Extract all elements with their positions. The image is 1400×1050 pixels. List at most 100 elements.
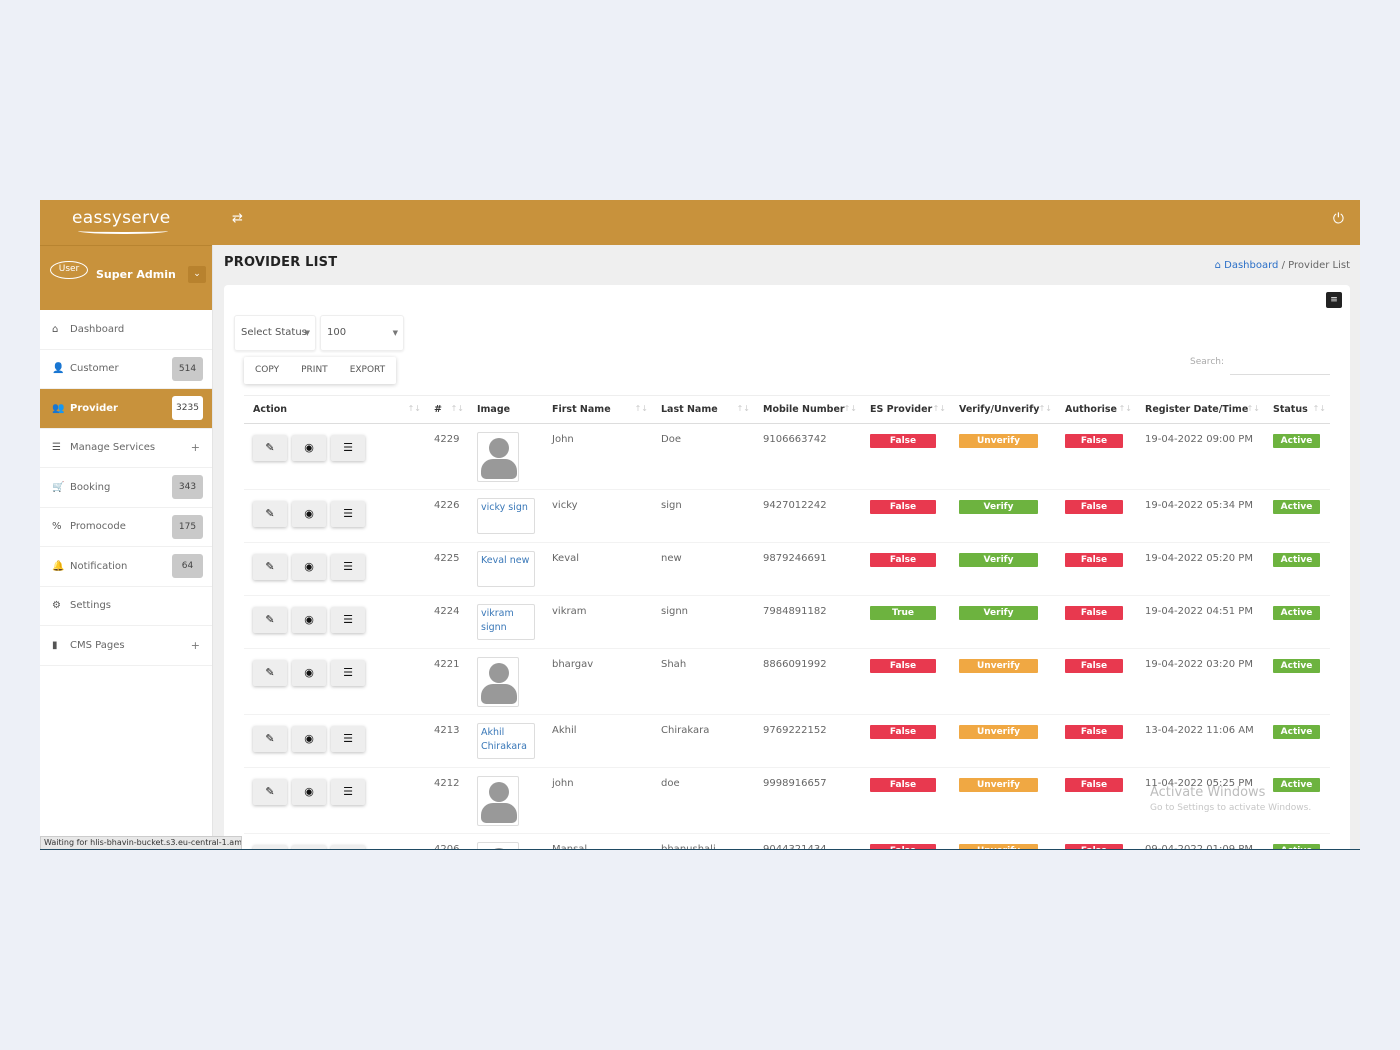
column-header-mobile-number[interactable]: Mobile Number ↑↓ <box>754 395 861 424</box>
authorise-toggle[interactable]: False <box>1065 725 1123 739</box>
details-list-icon[interactable]: ☰ <box>331 779 365 805</box>
details-list-icon[interactable]: ☰ <box>331 554 365 580</box>
status-badge[interactable]: Active <box>1273 778 1320 792</box>
column-header-register-date-time[interactable]: Register Date/Time ↑↓ <box>1136 395 1264 424</box>
column-header-authorise[interactable]: Authorise ↑↓ <box>1056 395 1136 424</box>
sidebar-item-booking[interactable]: 🛒 Booking 343 <box>40 468 212 508</box>
es-provider-toggle[interactable]: False <box>870 434 936 448</box>
column-header-status[interactable]: Status ↑↓ <box>1264 395 1330 424</box>
id-cell: 4212 <box>425 767 468 834</box>
export-button[interactable]: EXPORT <box>339 357 396 384</box>
details-list-icon[interactable]: ☰ <box>331 726 365 752</box>
view-eye-icon[interactable]: ◉ <box>292 554 326 580</box>
sidebar-item-manage-services[interactable]: ☰ Manage Services + <box>40 429 212 468</box>
column-header-action[interactable]: Action ↑↓ <box>244 395 425 424</box>
status-badge[interactable]: Active <box>1273 606 1320 620</box>
details-list-icon[interactable]: ☰ <box>331 660 365 686</box>
view-eye-icon[interactable]: ◉ <box>292 660 326 686</box>
status-badge[interactable]: Active <box>1273 659 1320 673</box>
chat-icon[interactable]: ≡ <box>1326 292 1342 308</box>
print-button[interactable]: PRINT <box>290 357 339 384</box>
sidebar-item-notification[interactable]: 🔔 Notification 64 <box>40 547 212 587</box>
view-eye-icon[interactable]: ◉ <box>292 607 326 633</box>
authorise-toggle[interactable]: False <box>1065 659 1123 673</box>
es-provider-cell: False <box>861 648 950 715</box>
id-cell: 4229 <box>425 423 468 490</box>
sidebar-item-settings[interactable]: ⚙ Settings <box>40 587 212 626</box>
es-provider-toggle[interactable]: False <box>870 500 936 514</box>
table-header-row: Action ↑↓ # ↑↓ Image First Name ↑↓ Last Name ↑↓ M… <box>244 395 1330 424</box>
es-provider-toggle[interactable]: False <box>870 659 936 673</box>
expand-plus-icon[interactable]: + <box>191 639 200 652</box>
logout-power-icon[interactable]: ⏻ <box>1333 211 1344 227</box>
avatar: User <box>50 261 88 279</box>
home-icon[interactable]: ⌂ <box>1215 260 1221 271</box>
authorise-toggle[interactable]: False <box>1065 553 1123 567</box>
page-size-select[interactable]: 100 ▼ <box>320 315 404 351</box>
view-eye-icon[interactable]: ◉ <box>292 501 326 527</box>
edit-pencil-icon[interactable]: ✎ <box>253 554 287 580</box>
users-icon: 👥 <box>52 402 65 414</box>
es-provider-toggle[interactable]: False <box>870 778 936 792</box>
details-list-icon[interactable]: ☰ <box>331 435 365 461</box>
details-list-icon[interactable]: ☰ <box>331 501 365 527</box>
mobile-cell: 9879246691 <box>754 542 861 596</box>
sidebar-item-promocode[interactable]: % Promocode 175 <box>40 508 212 547</box>
column-header-es-provider[interactable]: ES Provider ↑↓ <box>861 395 950 424</box>
verify-toggle[interactable]: Unverify <box>959 725 1038 739</box>
expand-plus-icon[interactable]: + <box>191 441 200 454</box>
sidebar-item-cms-pages[interactable]: ▮ CMS Pages + <box>40 626 212 666</box>
view-eye-icon[interactable]: ◉ <box>292 779 326 805</box>
view-eye-icon[interactable]: ◉ <box>292 435 326 461</box>
verify-toggle[interactable]: Verify <box>959 553 1038 567</box>
column-header-last-name[interactable]: Last Name ↑↓ <box>652 395 754 424</box>
authorise-cell: False <box>1056 714 1136 768</box>
edit-pencil-icon[interactable]: ✎ <box>253 435 287 461</box>
view-eye-icon[interactable]: ◉ <box>292 726 326 752</box>
verify-cell: Unverify <box>950 648 1056 715</box>
first-name-cell: John <box>543 423 652 490</box>
column-header-verify-unverify[interactable]: Verify/Unverify ↑↓ <box>950 395 1056 424</box>
sort-icon: ↑↓ <box>932 404 946 413</box>
edit-pencil-icon[interactable]: ✎ <box>253 501 287 527</box>
brand-logo[interactable]: eassyserve <box>72 208 170 228</box>
sidebar-item-dashboard[interactable]: ⌂ Dashboard <box>40 310 212 350</box>
sidebar-item-label: Settings <box>70 600 112 612</box>
edit-pencil-icon[interactable]: ✎ <box>253 607 287 633</box>
details-list-icon[interactable]: ☰ <box>331 607 365 633</box>
status-select[interactable]: Select Status ▼ <box>234 315 316 351</box>
es-provider-toggle[interactable]: False <box>870 725 936 739</box>
authorise-toggle[interactable]: False <box>1065 606 1123 620</box>
authorise-toggle[interactable]: False <box>1065 778 1123 792</box>
es-provider-toggle[interactable]: False <box>870 553 936 567</box>
sidebar-toggle-icon[interactable]: ⇄ <box>232 211 243 226</box>
verify-toggle[interactable]: Unverify <box>959 659 1038 673</box>
edit-pencil-icon[interactable]: ✎ <box>253 726 287 752</box>
chevron-down-icon[interactable]: ⌄ <box>188 266 206 283</box>
sidebar-item-customer[interactable]: 👤 Customer 514 <box>40 350 212 389</box>
edit-pencil-icon[interactable]: ✎ <box>253 779 287 805</box>
status-badge[interactable]: Active <box>1273 500 1320 514</box>
verify-toggle[interactable]: Verify <box>959 606 1038 620</box>
status-badge[interactable]: Active <box>1273 725 1320 739</box>
verify-toggle[interactable]: Verify <box>959 500 1038 514</box>
sidebar-item-provider[interactable]: 👥 Provider 3235 <box>40 389 212 429</box>
authorise-cell: False <box>1056 767 1136 834</box>
list-icon: ☰ <box>52 442 61 454</box>
verify-toggle[interactable]: Unverify <box>959 434 1038 448</box>
es-provider-toggle[interactable]: True <box>870 606 936 620</box>
column-header-first-name[interactable]: First Name ↑↓ <box>543 395 652 424</box>
column-header-[interactable]: # ↑↓ <box>425 395 468 424</box>
authorise-toggle[interactable]: False <box>1065 500 1123 514</box>
authorise-toggle[interactable]: False <box>1065 434 1123 448</box>
edit-pencil-icon[interactable]: ✎ <box>253 660 287 686</box>
mobile-cell: 9044321434 <box>754 833 861 850</box>
status-badge[interactable]: Active <box>1273 434 1320 448</box>
search-input[interactable] <box>1230 349 1330 375</box>
copy-button[interactable]: COPY <box>244 357 290 384</box>
column-header-label: Mobile Number <box>763 404 845 415</box>
verify-toggle[interactable]: Unverify <box>959 778 1038 792</box>
first-name-cell: Akhil <box>543 714 652 768</box>
breadcrumb-dashboard-link[interactable]: Dashboard <box>1224 260 1278 271</box>
status-badge[interactable]: Active <box>1273 553 1320 567</box>
